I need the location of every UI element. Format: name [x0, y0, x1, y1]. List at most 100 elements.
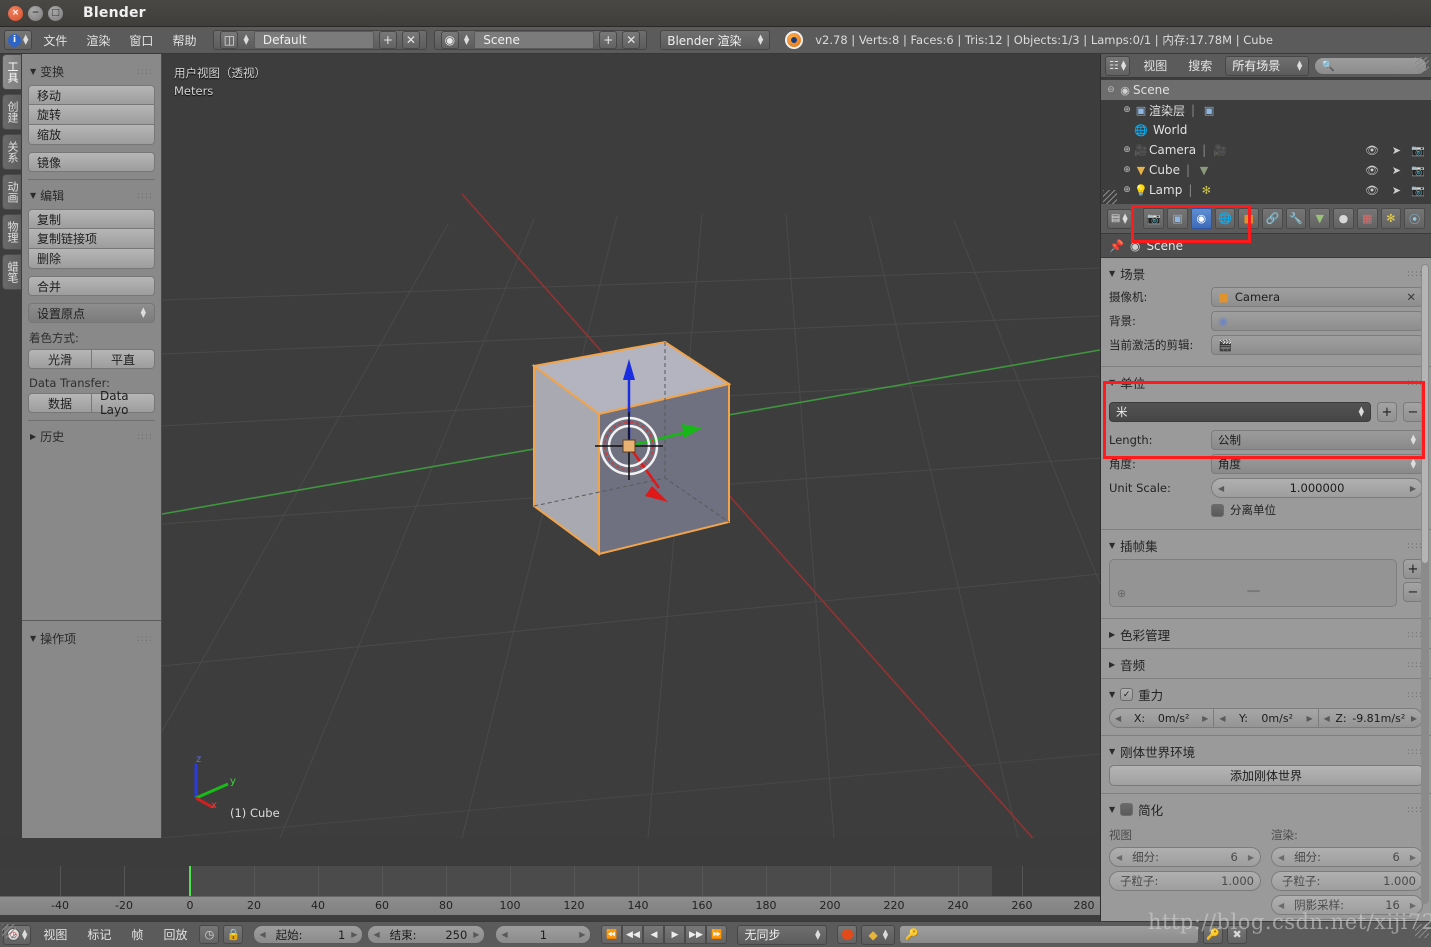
- render-subdivision-field[interactable]: ◀ 细分: 6 ▶: [1271, 847, 1423, 867]
- timeline-menu-marker[interactable]: 标记: [79, 924, 119, 945]
- remove-unit-button[interactable]: −: [1403, 402, 1423, 422]
- delete-button[interactable]: 删除: [28, 249, 155, 269]
- play-icon[interactable]: ▶: [664, 925, 686, 944]
- cursor-arrow-icon[interactable]: ➤: [1392, 144, 1401, 157]
- search-input-field[interactable]: [1339, 59, 1420, 72]
- add-keying-set-button[interactable]: +: [1403, 559, 1423, 579]
- add-screen-layout-button[interactable]: +: [378, 31, 397, 49]
- add-unit-button[interactable]: +: [1377, 402, 1397, 422]
- angle-dropdown[interactable]: 角度 ▲ ▼: [1211, 454, 1423, 474]
- rigidbody-panel-header[interactable]: ▼ 刚体世界环境 ::::: [1109, 740, 1423, 765]
- eye-icon[interactable]: 👁: [1365, 144, 1379, 157]
- tab-material[interactable]: ●: [1333, 208, 1354, 229]
- menu-help[interactable]: 帮助: [164, 30, 204, 51]
- increment-arrow-icon[interactable]: ▶: [1248, 853, 1254, 862]
- translate-button[interactable]: 移动: [28, 85, 155, 105]
- area-corner-grip[interactable]: [1415, 57, 1429, 71]
- window-maximize-button[interactable]: □: [48, 5, 63, 21]
- simplify-panel-header[interactable]: ▼ 简化 ::::: [1109, 798, 1423, 823]
- gravity-z-field[interactable]: ◀ Z: -9.81m/s² ▶: [1318, 708, 1423, 728]
- tab-render[interactable]: 📷: [1143, 208, 1165, 229]
- camera-field[interactable]: ■ Camera ✕: [1211, 287, 1423, 307]
- tab-data[interactable]: ▼: [1309, 208, 1331, 229]
- gravity-y-field[interactable]: ◀ Y: 0m/s² ▶: [1214, 708, 1319, 728]
- scene-selector[interactable]: ◉ ▲ ▼ Scene + ✕: [433, 30, 648, 50]
- remove-keying-set-button[interactable]: −: [1403, 582, 1423, 602]
- data-layout-transfer-button[interactable]: Data Layo: [92, 389, 155, 417]
- frame-start-field[interactable]: ◀ 起始: 1 ▶: [253, 925, 364, 944]
- step-back-icon[interactable]: ◀◀: [622, 925, 644, 944]
- scene-panel-header[interactable]: ▼ 场景 ::::: [1109, 262, 1423, 287]
- scene-name[interactable]: Scene: [474, 31, 595, 49]
- decrement-arrow-icon[interactable]: ◀: [1278, 901, 1284, 910]
- increment-arrow-icon[interactable]: ▶: [1306, 714, 1312, 723]
- viewport-subdivision-field[interactable]: ◀ 细分: 6 ▶: [1109, 847, 1261, 867]
- shade-smooth-button[interactable]: 光滑: [28, 349, 92, 369]
- tab-texture[interactable]: ▦: [1356, 208, 1378, 229]
- tab-modifiers[interactable]: 🔧: [1285, 208, 1307, 229]
- unit-system-dropdown[interactable]: 米 ▲ ▼: [1109, 402, 1371, 422]
- length-dropdown[interactable]: 公制 ▲ ▼: [1211, 430, 1423, 450]
- camera-render-icon[interactable]: 📷: [1411, 184, 1425, 197]
- scale-button[interactable]: 缩放: [28, 125, 155, 145]
- shade-flat-button[interactable]: 平直: [92, 349, 155, 369]
- keying-sets-listbox[interactable]: ⊕ ━━: [1109, 559, 1397, 607]
- tab-object[interactable]: ■: [1238, 208, 1259, 229]
- active-clip-field[interactable]: 🎬: [1211, 335, 1423, 355]
- unit-scale-field[interactable]: ◀ 1.000000 ▶: [1211, 478, 1423, 498]
- sync-mode-selector[interactable]: 无同步 ▲ ▼: [737, 924, 828, 945]
- data-transfer-button[interactable]: 数据: [28, 393, 92, 413]
- camera-data-icon[interactable]: 🎥: [1212, 143, 1228, 157]
- color-management-panel-header[interactable]: ▶ 色彩管理 ::::: [1109, 623, 1423, 644]
- decrement-arrow-icon[interactable]: ◀: [1116, 853, 1122, 862]
- clear-camera-icon[interactable]: ✕: [1406, 290, 1416, 304]
- screen-layout-name[interactable]: Default: [253, 31, 374, 49]
- decrement-arrow-icon[interactable]: ◀: [1278, 853, 1284, 862]
- editor-type-outliner-icon[interactable]: ☷ ▲ ▼: [1105, 55, 1131, 76]
- outliner-display-mode-selector[interactable]: 所有场景 ▲ ▼: [1225, 55, 1310, 76]
- properties-scrollbar-thumb[interactable]: [1421, 264, 1429, 564]
- timeline-menu-view[interactable]: 视图: [35, 924, 75, 945]
- keying-sets-panel-header[interactable]: ▼ 插帧集 ::::: [1109, 534, 1423, 559]
- outliner-row-render-layers[interactable]: ⊕ ▣ 渲染层 | ▣: [1101, 100, 1431, 120]
- properties-scrollbar[interactable]: [1421, 264, 1429, 904]
- gravity-x-field[interactable]: ◀ X: 0m/s² ▶: [1109, 708, 1215, 728]
- eye-icon[interactable]: 👁: [1365, 184, 1379, 197]
- decrement-arrow-icon[interactable]: ◀: [259, 930, 265, 939]
- outliner-editor[interactable]: ☷ ▲ ▼ 视图 搜索 所有场景 ▲ ▼ 🔍 ⊖ ◉ Scene ⊕ ▣ 渲染层…: [1100, 54, 1431, 204]
- increment-arrow-icon[interactable]: ▶: [1410, 901, 1416, 910]
- gravity-panel-header[interactable]: ▼ ✓ 重力 ::::: [1109, 683, 1423, 708]
- audio-panel-header[interactable]: ▶ 音频 ::::: [1109, 653, 1423, 674]
- lock-time-icon[interactable]: 🔒: [223, 925, 244, 944]
- decrement-arrow-icon[interactable]: ◀: [1115, 714, 1121, 723]
- tab-render-layers[interactable]: ▣: [1167, 208, 1188, 229]
- outliner-menu-search[interactable]: 搜索: [1180, 55, 1220, 76]
- tab-scene[interactable]: ◉: [1190, 208, 1212, 229]
- tab-particles[interactable]: ✻: [1380, 208, 1402, 229]
- tab-create[interactable]: 创建: [2, 94, 21, 130]
- camera-render-icon[interactable]: 📷: [1411, 144, 1425, 157]
- screen-layout-selector[interactable]: ◫ ▲ ▼ Default + ✕: [213, 30, 427, 50]
- increment-arrow-icon[interactable]: ▶: [1410, 853, 1416, 862]
- delete-screen-layout-button[interactable]: ✕: [401, 31, 420, 49]
- add-scene-button[interactable]: +: [599, 31, 618, 49]
- window-minimize-button[interactable]: −: [28, 5, 43, 21]
- increment-arrow-icon[interactable]: ▶: [1410, 484, 1416, 493]
- background-scene-field[interactable]: ◉: [1211, 311, 1423, 331]
- duplicate-button[interactable]: 复制: [28, 209, 155, 229]
- set-origin-dropdown[interactable]: 设置原点 ▲ ▼: [28, 303, 155, 323]
- menu-window[interactable]: 窗口: [121, 30, 161, 51]
- expand-icon[interactable]: ⊕: [1121, 105, 1133, 115]
- lamp-data-icon[interactable]: ✻: [1198, 183, 1214, 197]
- editor-type-properties-icon[interactable]: ▤ ▲ ▼: [1107, 208, 1132, 229]
- increment-arrow-icon[interactable]: ▶: [1411, 714, 1417, 723]
- increment-arrow-icon[interactable]: ▶: [351, 930, 357, 939]
- current-frame-field[interactable]: ◀ 1 ▶: [495, 925, 592, 944]
- decrement-arrow-icon[interactable]: ◀: [1324, 714, 1330, 723]
- expand-icon[interactable]: ⊕: [1121, 145, 1133, 155]
- decrement-arrow-icon[interactable]: ◀: [1218, 484, 1224, 493]
- 3d-viewport[interactable]: 用户视图（透视） Meters z y x (1) Cube ⬟ ▲▼ 视图 选…: [162, 54, 1100, 838]
- collapse-icon[interactable]: ⊖: [1105, 85, 1117, 95]
- edit-panel-header[interactable]: ▼ 编辑 ::::: [28, 184, 155, 209]
- step-forward-icon[interactable]: ▶▶: [685, 925, 707, 944]
